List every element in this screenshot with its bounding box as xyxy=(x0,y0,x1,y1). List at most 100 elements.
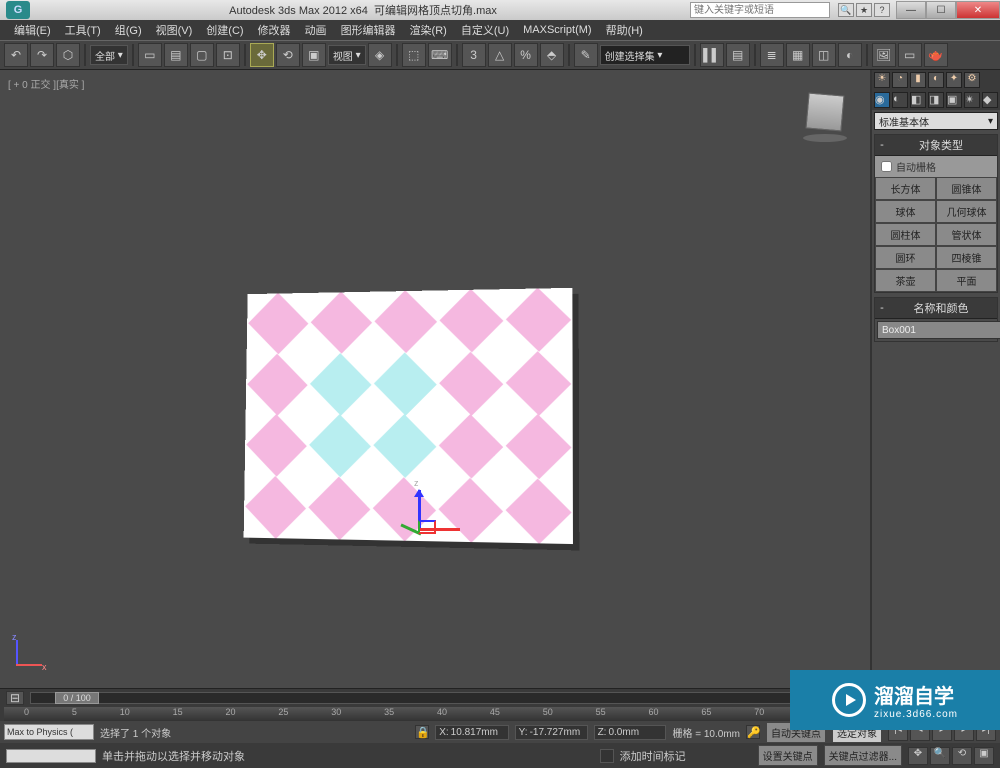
y-coord[interactable]: Y: xyxy=(515,725,588,740)
render-button[interactable]: 🫖 xyxy=(924,43,948,67)
close-button[interactable]: ✕ xyxy=(956,1,1000,19)
timeline-toggle-icon[interactable]: ⊟ xyxy=(6,691,24,705)
menu-rendering[interactable]: 渲染(R) xyxy=(404,20,453,40)
maximize-button[interactable]: ☐ xyxy=(926,1,956,19)
menu-graph-editors[interactable]: 图形编辑器 xyxy=(335,20,402,40)
menu-tools[interactable]: 工具(T) xyxy=(59,20,107,40)
angle-snap-button[interactable]: △ xyxy=(488,43,512,67)
minimize-button[interactable]: — xyxy=(896,1,926,19)
teapot-button[interactable]: 茶壶 xyxy=(875,269,936,292)
name-color-rollout-header[interactable]: -名称和颜色 xyxy=(875,298,997,319)
selection-filter-dropdown[interactable]: 全部 ▾ xyxy=(90,45,128,65)
menu-create[interactable]: 创建(C) xyxy=(200,20,249,40)
rotate-button[interactable]: ⟲ xyxy=(276,43,300,67)
edit-named-sel-button[interactable]: ✎ xyxy=(574,43,598,67)
named-selection-dropdown[interactable]: 创建选择集 ▾ xyxy=(600,45,690,65)
favorite-icon[interactable]: ★ xyxy=(856,3,872,17)
manipulate-button[interactable]: ⬚ xyxy=(402,43,426,67)
cone-button[interactable]: 圆锥体 xyxy=(936,177,997,200)
util-icon[interactable]: ⚙ xyxy=(964,72,980,88)
sphere-button[interactable]: 球体 xyxy=(875,200,936,223)
hierarchy-tab[interactable]: ◧ xyxy=(910,92,926,108)
auto-grid-checkbox[interactable]: 自动栅格 xyxy=(875,156,997,177)
add-time-tag[interactable]: 添加时间标记 xyxy=(620,748,686,764)
selection-info: 选择了 1 个对象 xyxy=(100,725,171,740)
motion-tab[interactable]: ◨ xyxy=(928,92,944,108)
menu-maxscript[interactable]: MAXScript(M) xyxy=(517,22,597,38)
schematic-button[interactable]: ◫ xyxy=(812,43,836,67)
redo-button[interactable]: ↷ xyxy=(30,43,54,67)
select-name-button[interactable]: ▤ xyxy=(164,43,188,67)
menu-modifiers[interactable]: 修改器 xyxy=(252,20,297,40)
align-button[interactable]: ▤ xyxy=(726,43,750,67)
undo-button[interactable]: ↶ xyxy=(4,43,28,67)
spinner-snap-button[interactable]: ⬘ xyxy=(540,43,564,67)
box-button[interactable]: 长方体 xyxy=(875,177,936,200)
menu-animation[interactable]: 动画 xyxy=(299,20,333,40)
viewport-label[interactable]: [ + 0 正交 ][真实 ] xyxy=(8,76,84,91)
search-icon[interactable]: 🔍 xyxy=(838,3,854,17)
key-icon[interactable]: 🔑 xyxy=(746,725,760,739)
tube-button[interactable]: 管状体 xyxy=(936,223,997,246)
nav-max-button[interactable]: ▣ xyxy=(974,747,994,765)
hammer-icon[interactable]: ▮ xyxy=(910,72,926,88)
geosphere-button[interactable]: 几何球体 xyxy=(936,200,997,223)
tag-icon[interactable] xyxy=(600,749,614,763)
help-icon[interactable]: ? xyxy=(874,3,890,17)
torus-button[interactable]: 圆环 xyxy=(875,246,936,269)
lock-selection-icon[interactable]: 🔒 xyxy=(415,725,429,739)
menubar: 编辑(E) 工具(T) 组(G) 视图(V) 创建(C) 修改器 动画 图形编辑… xyxy=(0,20,1000,40)
script-label-2 xyxy=(6,749,96,763)
display-icon[interactable]: ◐ xyxy=(928,72,944,88)
object-name-input[interactable] xyxy=(877,321,1000,339)
pivot-button[interactable]: ◈ xyxy=(368,43,392,67)
set-key-button[interactable]: 设置关键点 xyxy=(758,745,818,766)
utilities-tab[interactable]: ✴ xyxy=(964,92,980,108)
viewcube[interactable] xyxy=(800,90,850,140)
menu-customize[interactable]: 自定义(U) xyxy=(455,20,515,40)
menu-edit[interactable]: 编辑(E) xyxy=(8,20,57,40)
nav-orbit-button[interactable]: ⟲ xyxy=(952,747,972,765)
display-tab2[interactable]: ▣ xyxy=(946,92,962,108)
extra-tab[interactable]: ◆ xyxy=(982,92,998,108)
viewport[interactable]: [ + 0 正交 ][真实 ] z z x xyxy=(0,70,870,688)
menu-views[interactable]: 视图(V) xyxy=(150,20,199,40)
z-coord[interactable]: Z: xyxy=(594,725,667,740)
curve-editor-button[interactable]: ▦ xyxy=(786,43,810,67)
help-search-input[interactable] xyxy=(690,2,830,18)
object-type-rollout-header[interactable]: -对象类型 xyxy=(875,135,997,156)
mirror-button[interactable]: ▌▌ xyxy=(700,43,724,67)
render-setup-button[interactable]: 🖼 xyxy=(872,43,896,67)
keyboard-button[interactable]: ⌨ xyxy=(428,43,452,67)
percent-snap-button[interactable]: % xyxy=(514,43,538,67)
snap-button[interactable]: 3 xyxy=(462,43,486,67)
transform-gizmo[interactable]: z xyxy=(390,490,450,550)
menu-help[interactable]: 帮助(H) xyxy=(600,20,649,40)
render-frame-button[interactable]: ▭ xyxy=(898,43,922,67)
object-type-dropdown[interactable]: 标准基本体▾ xyxy=(874,112,998,130)
scale-button[interactable]: ▣ xyxy=(302,43,326,67)
layers-button[interactable]: ≣ xyxy=(760,43,784,67)
select-button[interactable]: ▭ xyxy=(138,43,162,67)
modify-tab[interactable]: ◐ xyxy=(892,92,908,108)
select-region-button[interactable]: ▢ xyxy=(190,43,214,67)
window-crossing-button[interactable]: ⊡ xyxy=(216,43,240,67)
nav-zoom-button[interactable]: 🔍 xyxy=(930,747,950,765)
menu-group[interactable]: 组(G) xyxy=(109,20,148,40)
lamp-icon[interactable]: ☀ xyxy=(874,72,890,88)
material-editor-button[interactable]: ◐ xyxy=(838,43,862,67)
create-tab[interactable]: ◉ xyxy=(874,92,890,108)
pyramid-button[interactable]: 四棱锥 xyxy=(936,246,997,269)
ref-coord-dropdown[interactable]: 视图 ▾ xyxy=(328,45,366,65)
link-button[interactable]: ⬡ xyxy=(56,43,80,67)
wrench-icon[interactable]: ✦ xyxy=(946,72,962,88)
x-coord[interactable]: X: xyxy=(435,725,508,740)
panel-top-icons: ☀ ◔ ▮ ◐ ✦ ⚙ xyxy=(872,70,1000,90)
key-filters-button[interactable]: 关键点过滤器... xyxy=(824,745,902,766)
move-button[interactable]: ✥ xyxy=(250,43,274,67)
time-slider-frame[interactable]: 0 / 100 xyxy=(55,692,99,704)
nav-pan-button[interactable]: ✥ xyxy=(908,747,928,765)
plane-button[interactable]: 平面 xyxy=(936,269,997,292)
cylinder-button[interactable]: 圆柱体 xyxy=(875,223,936,246)
compass-icon[interactable]: ◔ xyxy=(892,72,908,88)
